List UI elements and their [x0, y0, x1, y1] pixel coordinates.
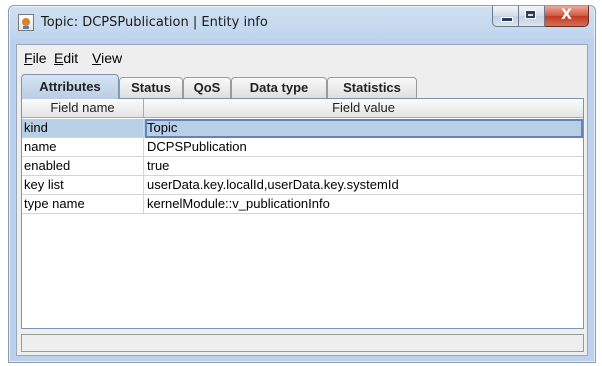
menu-bar: File Edit View	[17, 45, 587, 71]
menu-file[interactable]: File	[24, 50, 47, 66]
java-app-icon[interactable]	[18, 14, 34, 31]
maximize-icon	[525, 10, 536, 19]
table-row[interactable]: enabled true	[22, 157, 583, 176]
close-icon: X	[561, 7, 572, 23]
table-header: Field name Field value	[22, 99, 583, 118]
tab-data-type[interactable]: Data type	[231, 77, 327, 98]
status-bar	[21, 334, 584, 352]
attributes-panel: Field name Field value kind Topic name D…	[21, 98, 584, 329]
table-row[interactable]: type name kernelModule::v_publicationInf…	[22, 195, 583, 214]
field-name-cell[interactable]: type name	[23, 195, 144, 214]
field-name-cell[interactable]: kind	[23, 119, 144, 138]
menu-edit-label: dit	[63, 50, 79, 66]
tab-attributes[interactable]: Attributes	[21, 74, 119, 99]
window-client-area: File Edit View Attributes Status QoS Dat…	[16, 44, 588, 356]
tab-status[interactable]: Status	[119, 77, 183, 98]
window-controls: X	[492, 6, 589, 28]
tab-qos[interactable]: QoS	[183, 77, 231, 98]
maximize-button[interactable]	[519, 6, 545, 27]
field-name-cell[interactable]: name	[23, 138, 144, 157]
field-value-cell[interactable]: true	[145, 157, 583, 176]
field-name-cell[interactable]: key list	[23, 176, 144, 195]
table-row[interactable]: name DCPSPublication	[22, 138, 583, 157]
column-header-field-value[interactable]: Field value	[144, 99, 583, 118]
attributes-table: kind Topic name DCPSPublication enabled …	[22, 119, 583, 214]
column-header-field-name[interactable]: Field name	[22, 99, 144, 118]
table-row[interactable]: key list userData.key.localId,userData.k…	[22, 176, 583, 195]
minimize-button[interactable]	[492, 6, 519, 27]
table-row[interactable]: kind Topic	[22, 119, 583, 138]
title-bar[interactable]: Topic: DCPSPublication | Entity info X	[9, 6, 595, 40]
menu-view-mnemonic: V	[92, 50, 102, 66]
field-name-cell[interactable]: enabled	[23, 157, 144, 176]
close-button[interactable]: X	[545, 6, 589, 27]
field-value-cell[interactable]: userData.key.localId,userData.key.system…	[145, 176, 583, 195]
menu-edit-mnemonic: E	[54, 50, 64, 66]
tab-statistics[interactable]: Statistics	[327, 77, 417, 98]
minimize-icon	[501, 17, 513, 22]
field-value-cell[interactable]: kernelModule::v_publicationInfo	[145, 195, 583, 214]
field-value-cell[interactable]: DCPSPublication	[145, 138, 583, 157]
menu-edit[interactable]: Edit	[54, 50, 78, 66]
menu-file-mnemonic: F	[24, 50, 33, 66]
menu-view[interactable]: View	[92, 50, 122, 66]
window-title: Topic: DCPSPublication | Entity info	[41, 15, 268, 30]
menu-file-label: ile	[32, 50, 47, 66]
menu-view-label: iew	[101, 50, 123, 66]
entity-info-window: Topic: DCPSPublication | Entity info X F…	[8, 5, 596, 363]
tab-strip: Attributes Status QoS Data type Statisti…	[21, 74, 583, 99]
field-value-cell[interactable]: Topic	[145, 119, 583, 138]
